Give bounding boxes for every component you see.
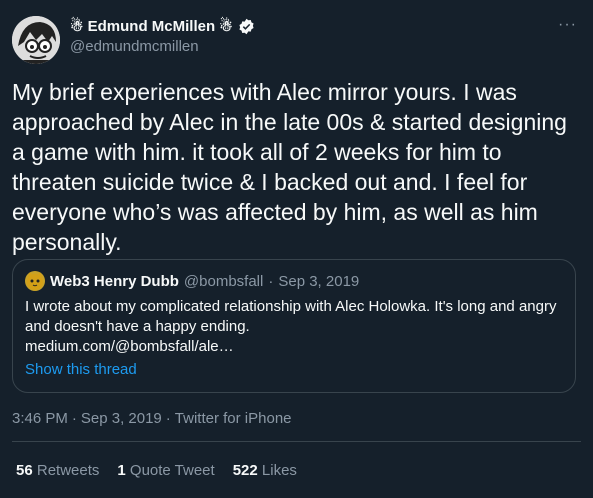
tweet-source[interactable]: Twitter for iPhone	[175, 410, 292, 427]
quote-tweets-count: 1	[117, 462, 126, 479]
quoted-author-name: Web3 Henry Dubb	[50, 272, 179, 290]
quoted-separator: ·	[268, 272, 274, 290]
divider	[12, 441, 581, 442]
tweet-stats: 56 Retweets 1 Quote Tweet 522 Likes	[16, 462, 297, 479]
quoted-text-line: I wrote about my complicated relationshi…	[25, 298, 557, 315]
author-name-row[interactable]: ☃ Edmund McMillen ☃	[70, 17, 255, 35]
quoted-text-link[interactable]: medium.com/@bombsfall/ale…	[25, 337, 565, 357]
likes-label: Likes	[261, 462, 297, 479]
meta-separator: ·	[71, 410, 77, 427]
show-thread-link[interactable]: Show this thread	[25, 361, 137, 378]
likes-stat[interactable]: 522 Likes	[233, 462, 297, 479]
quoted-tweet[interactable]: Web3 Henry Dubb @bombsfall · Sep 3, 2019…	[12, 259, 576, 393]
verified-badge-icon	[239, 18, 254, 34]
quote-tweets-label: Quote Tweet	[129, 462, 215, 479]
meta-separator: ·	[165, 410, 171, 427]
retweets-stat[interactable]: 56 Retweets	[16, 462, 99, 479]
quote-tweets-stat[interactable]: 1 Quote Tweet	[117, 462, 214, 479]
likes-count: 522	[232, 462, 258, 479]
more-options-icon[interactable]: ···	[558, 16, 577, 34]
retweets-label: Retweets	[36, 462, 100, 479]
tweet-date[interactable]: Sep 3, 2019	[81, 410, 162, 427]
quoted-date: Sep 3, 2019	[278, 272, 360, 290]
avatar[interactable]	[12, 16, 60, 64]
tweet-meta: 3:46 PM · Sep 3, 2019 · Twitter for iPho…	[12, 410, 292, 427]
author-handle[interactable]: @edmundmcmillen	[70, 38, 199, 55]
author-name[interactable]: ☃ Edmund McMillen ☃	[70, 17, 233, 35]
tweet-time[interactable]: 3:46 PM	[12, 410, 68, 427]
tweet-text: My brief experiences with Alec mirror yo…	[12, 79, 567, 255]
retweets-count: 56	[16, 462, 33, 479]
quoted-tweet-text: I wrote about my complicated relationshi…	[25, 297, 565, 357]
quoted-author-handle: @bombsfall	[183, 272, 264, 290]
cat-icon	[27, 272, 43, 290]
quoted-tweet-header: Web3 Henry Dubb @bombsfall · Sep 3, 2019	[25, 271, 359, 291]
quoted-text-line: and doesn't have a happy ending.	[25, 318, 250, 335]
avatar-illustration	[12, 16, 60, 64]
quoted-avatar	[25, 271, 45, 291]
